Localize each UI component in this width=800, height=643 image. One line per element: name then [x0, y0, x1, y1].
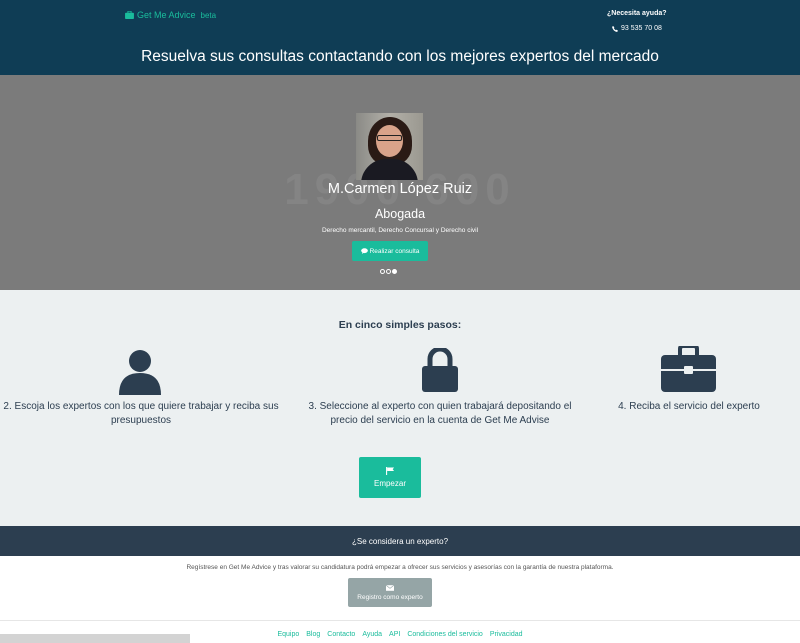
step-text-4: 4. Reciba el servicio del experto — [618, 401, 760, 412]
footer-link-contacto[interactable]: Contacto — [327, 631, 355, 638]
steps-section: En cinco simples pasos: 2. Escoja los ex… — [0, 290, 800, 526]
start-button-label: Empezar — [373, 479, 406, 488]
register-description: Regístrese en Get Me Advice y tras valor… — [186, 564, 614, 571]
comment-icon — [360, 248, 368, 254]
expert-carousel: 1900 600 M.Carmen López Ruiz Abogada Der… — [0, 75, 800, 290]
footer-links: Equipo Blog Contacto Ayuda API Condicion… — [0, 631, 800, 638]
phone-number: 93 535 70 08 — [621, 25, 662, 32]
expert-photo — [356, 113, 423, 180]
step-text-2: 2. Escoja los expertos con los que quier… — [3, 401, 279, 426]
phone-link[interactable]: 93 535 70 08 — [612, 25, 662, 32]
user-icon — [119, 350, 161, 395]
flag-icon — [385, 467, 394, 475]
consult-button[interactable]: Realizar consulta — [352, 241, 428, 261]
envelope-icon — [386, 584, 394, 591]
brand-link[interactable]: Get Me Advice beta — [125, 10, 216, 20]
expert-question-band: ¿Se considera un experto? — [0, 526, 800, 556]
expert-areas: Derecho mercantil, Derecho Concursal y D… — [321, 227, 479, 234]
header: Get Me Advice beta ¿Necesita ayuda? 93 5… — [0, 0, 800, 75]
start-button[interactable]: Empezar — [359, 457, 421, 498]
register-expert-button[interactable]: Registro como experto — [348, 578, 432, 607]
lock-icon — [422, 348, 458, 392]
footer-link-equipo[interactable]: Equipo — [277, 631, 299, 638]
carousel-indicators — [380, 269, 397, 274]
footer-link-ayuda[interactable]: Ayuda — [362, 631, 382, 638]
page-headline: Resuelva sus consultas contactando con l… — [141, 48, 659, 65]
briefcase-icon — [661, 346, 716, 392]
phone-icon — [612, 25, 618, 32]
carousel-dot-3[interactable] — [392, 269, 397, 274]
consult-button-label: Realizar consulta — [369, 247, 420, 255]
footer-link-condiciones[interactable]: Condiciones del servicio — [407, 631, 482, 638]
step-text-5-partial: . — [796, 400, 800, 414]
register-button-label: Registro como experto — [357, 593, 423, 601]
footer-divider — [0, 620, 800, 621]
expert-name: M.Carmen López Ruiz — [327, 181, 473, 197]
carousel-dot-2[interactable] — [386, 269, 391, 274]
step-text-3: 3. Seleccione al experto con quien traba… — [308, 401, 572, 426]
brand-suffix: beta — [200, 10, 217, 20]
briefcase-icon — [125, 11, 134, 19]
expert-question: ¿Se considera un experto? — [351, 536, 449, 546]
expert-role: Abogada — [374, 207, 426, 221]
help-label: ¿Necesita ayuda? — [607, 10, 667, 17]
register-section: Regístrese en Get Me Advice y tras valor… — [0, 556, 800, 643]
footer-link-api[interactable]: API — [389, 631, 400, 638]
brand-name: Get Me Advice — [137, 10, 196, 20]
steps-title: En cinco simples pasos: — [338, 319, 462, 331]
footer-link-privacidad[interactable]: Privacidad — [490, 631, 523, 638]
carousel-dot-1[interactable] — [380, 269, 385, 274]
footer-link-blog[interactable]: Blog — [306, 631, 320, 638]
